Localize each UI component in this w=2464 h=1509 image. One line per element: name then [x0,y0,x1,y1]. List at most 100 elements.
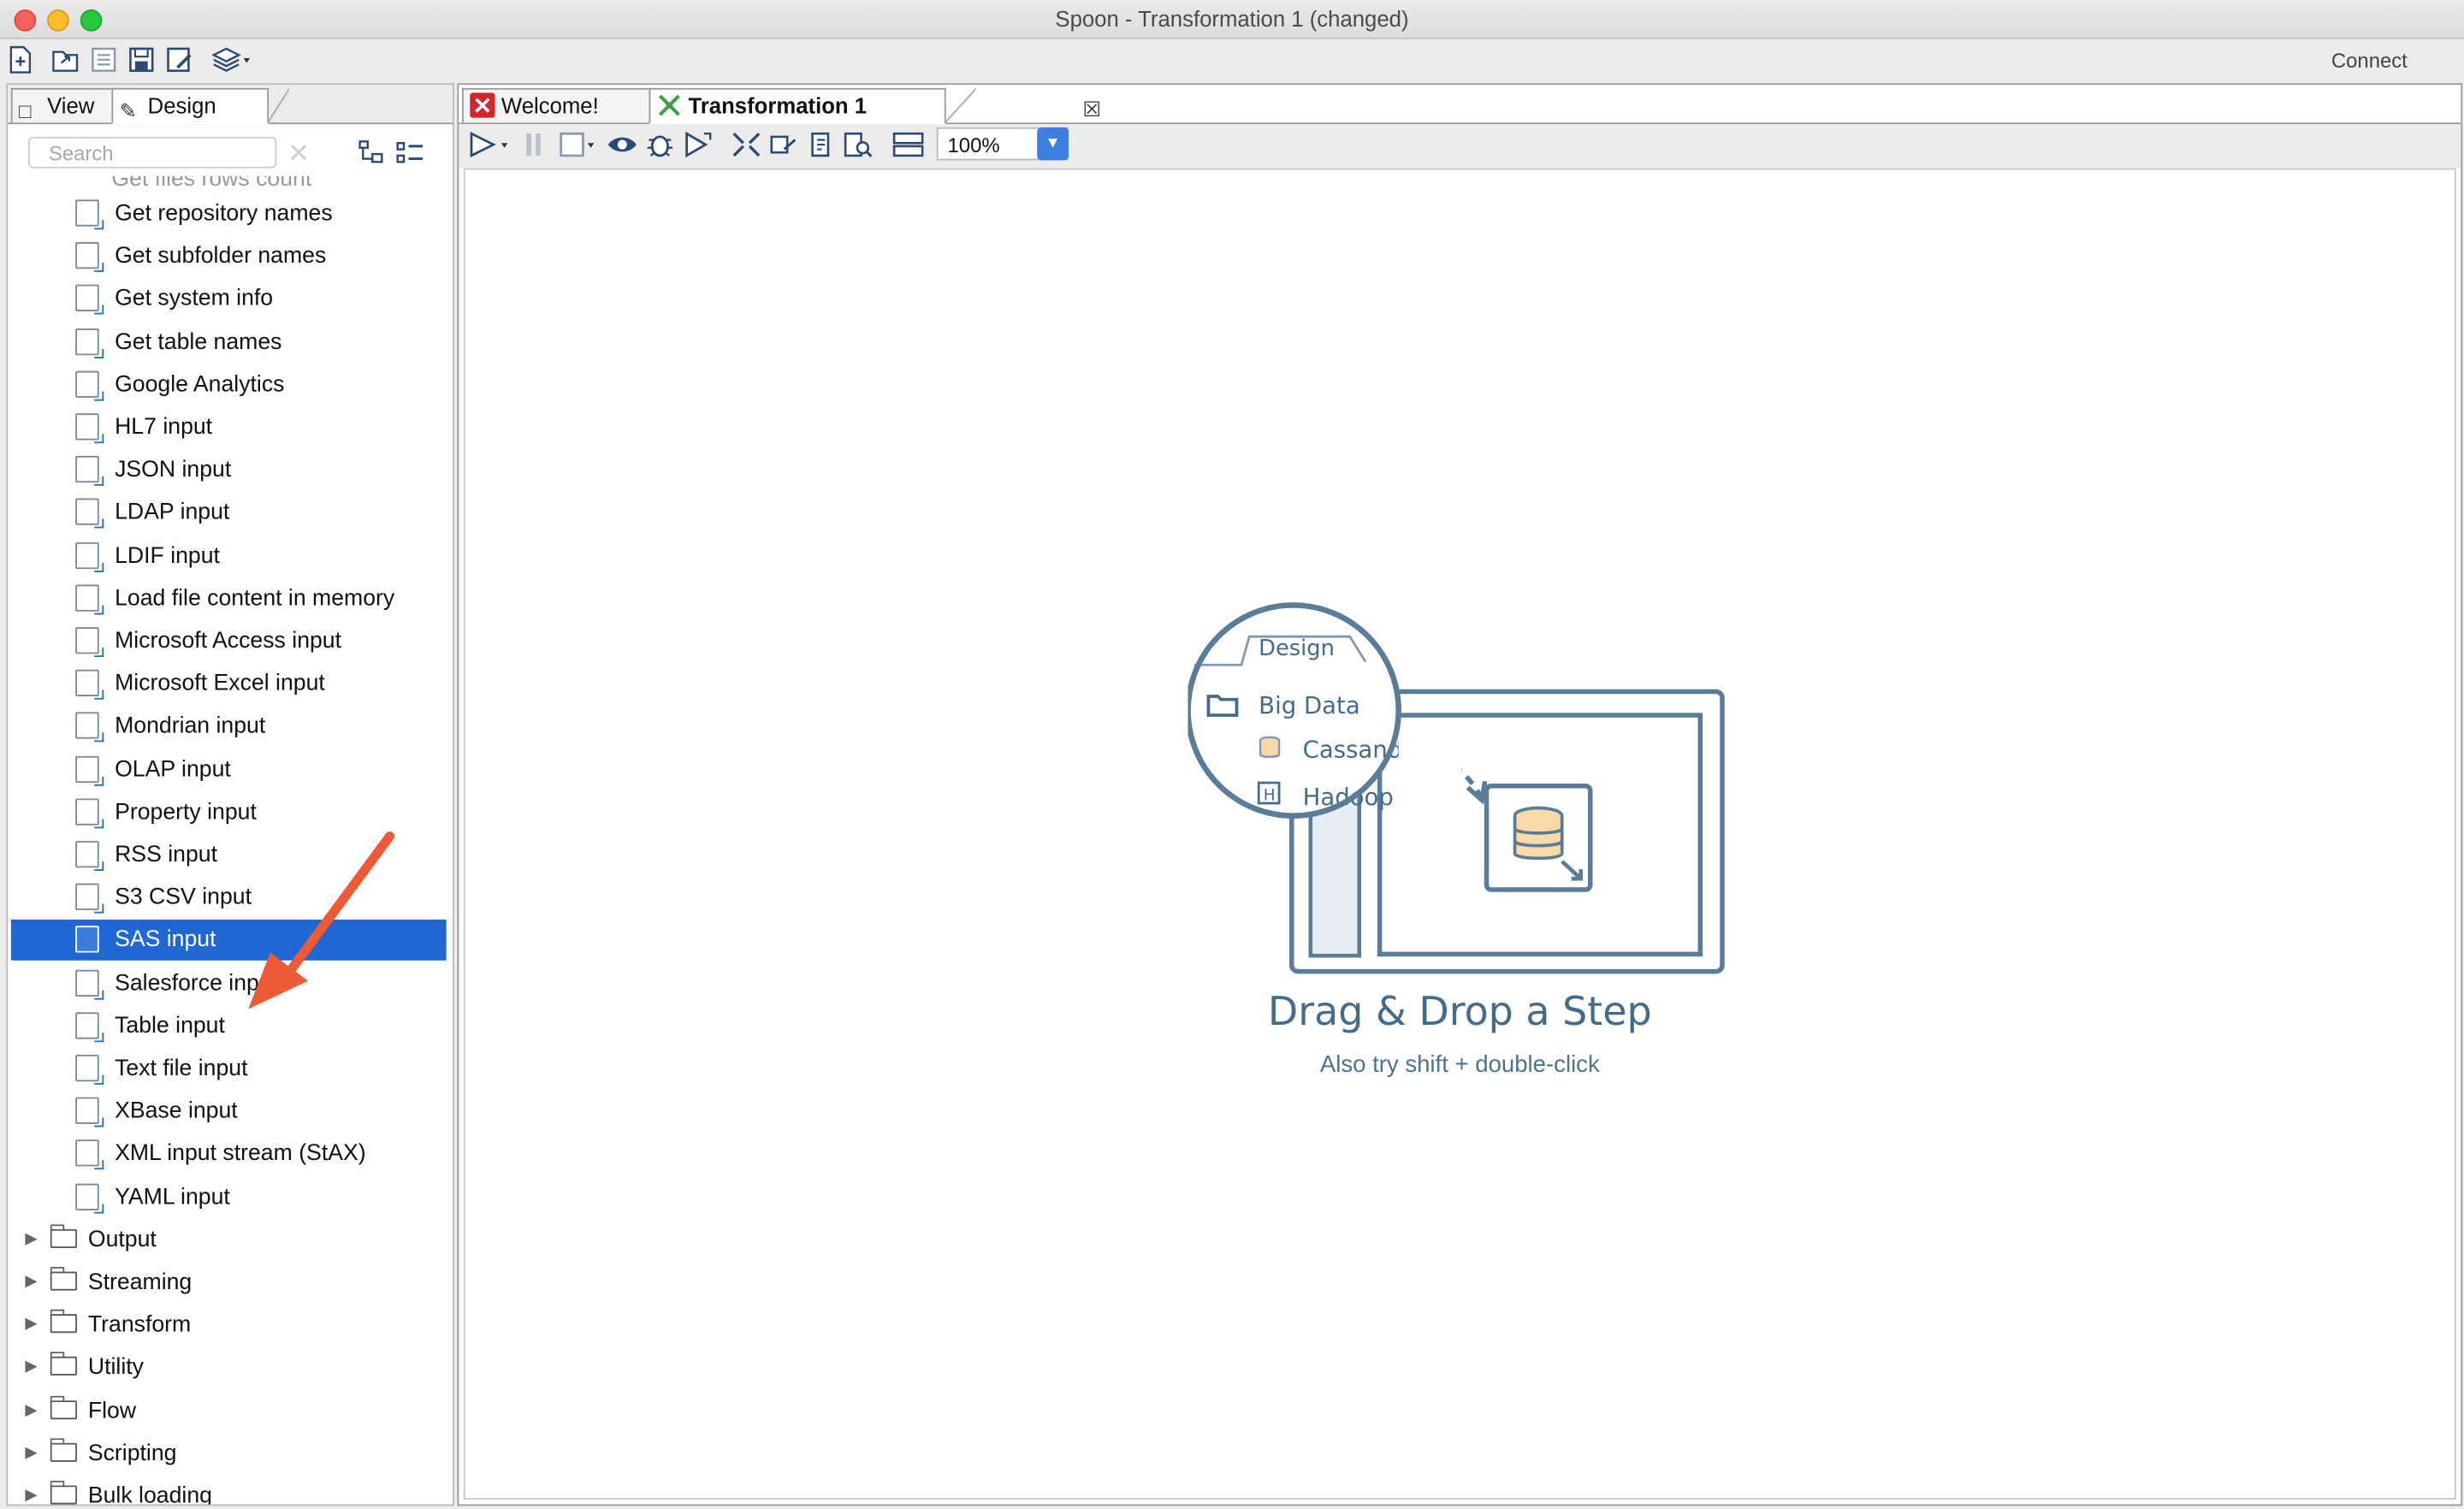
connect-button[interactable]: Connect [2331,49,2408,73]
folder-icon [50,1480,77,1505]
tree-step-item[interactable]: JSON input [11,450,447,491]
expand-arrow-icon[interactable]: ▶ [25,1390,37,1431]
preview-eye-icon[interactable] [607,131,638,159]
tree-folder-item[interactable]: ▶ Output [11,1220,447,1261]
zoom-select[interactable]: 100% ▼ [936,127,1069,161]
new-file-icon[interactable] [6,45,34,74]
tree-step-item[interactable]: XBase input [11,1092,447,1133]
tree-step-label: Get table names [115,329,282,355]
illustration-folder: Big Data [1259,692,1360,719]
pause-icon[interactable] [524,131,546,159]
tree-folder-label: Transform [87,1312,192,1339]
expand-arrow-icon[interactable]: ▶ [25,1220,37,1261]
tab-welcome[interactable]: Welcome! [461,87,654,123]
tree-step-item[interactable]: Property input [11,792,447,833]
verify-icon[interactable] [731,131,762,159]
table-input-icon [75,1011,104,1042]
title-bar: Spoon - Transformation 1 (changed) [0,0,2464,39]
tree-folder-item[interactable]: ▶ Utility [11,1347,447,1388]
tree-step-label: Get system info [115,287,274,312]
tree-step-item[interactable]: Get system info [11,279,447,320]
transformation-icon [658,94,680,116]
expand-arrow-icon[interactable]: ▶ [25,1347,37,1388]
tree-folder-item[interactable]: ▶ Transform [11,1305,447,1346]
tree-folder-label: Flow [87,1398,137,1424]
tree-step-label: Load file content in memory [115,586,395,612]
system-info-icon [75,285,104,316]
open-file-icon[interactable] [52,45,80,74]
tree-step-item[interactable]: Get repository names [11,193,447,234]
excel-icon [75,670,104,701]
transformation-toolbar: 100% ▼ [459,124,2461,169]
pencil-icon: ✎ [119,98,137,123]
tree-step-label: RSS input [115,842,218,868]
stop-icon[interactable] [558,131,601,159]
collapse-tree-icon[interactable] [358,140,383,165]
tab-transformation[interactable]: Transformation 1 ☒ [649,87,1101,125]
tree-step-label: Get repository names [115,201,333,227]
rss-icon [75,841,104,871]
tree-step-label: LDIF input [115,543,220,569]
tree-step-item[interactable]: Text file input [11,1049,447,1090]
tree-folder-item[interactable]: ▶ Streaming [11,1263,447,1304]
tree-item-cut[interactable]: Get files rows count [111,176,311,192]
clear-search-icon[interactable]: ✕ [287,139,310,170]
tree-folder-item[interactable]: ▶ Scripting [11,1433,447,1474]
tree-step-item[interactable]: Load file content in memory [11,578,447,619]
tree-step-item[interactable]: OLAP input [11,749,447,790]
debug-bug-icon[interactable] [644,131,676,159]
tree-step-item[interactable]: Get subfolder names [11,236,447,277]
tree-folder-label: Utility [87,1355,144,1382]
explore-repository-icon[interactable] [90,45,118,74]
google-analytics-icon [75,370,104,401]
tree-step-label: Get subfolder names [115,244,327,269]
tree-step-item[interactable]: Get table names [11,322,447,363]
tree-step-label: JSON input [115,458,232,483]
tree-step-label: Table input [115,1013,225,1039]
editor-tabs: Welcome! Transformation 1 ☒ [459,85,2461,125]
drag-drop-title: Drag & Drop a Step [1267,988,1652,1035]
tree-step-label: LDAP input [115,500,230,526]
tree-step-item[interactable]: LDIF input [11,536,447,577]
show-results-icon[interactable] [892,131,924,159]
expand-arrow-icon[interactable]: ▶ [25,1305,37,1346]
sql-icon[interactable] [806,131,838,159]
tree-folder-item[interactable]: ▶ Flow [11,1390,447,1431]
transformation-canvas[interactable]: Design Big Data Cassandra H Hadoop Drag … [463,168,2456,1500]
impact-icon[interactable] [768,131,800,159]
folder-icon [50,1267,77,1291]
tree-step-item[interactable]: Google Analytics [11,364,447,405]
expand-tree-icon[interactable] [396,140,424,165]
folder-icon [50,1352,77,1376]
expand-arrow-icon[interactable]: ▶ [25,1433,37,1474]
expand-arrow-icon[interactable]: ▶ [25,1263,37,1304]
save-as-icon[interactable] [165,45,193,74]
tab-view-label: View [47,92,95,118]
save-icon[interactable] [127,45,156,74]
salesforce-icon [75,968,104,999]
tree-step-item[interactable]: XML input stream (StAX) [11,1134,447,1175]
tab-design[interactable]: ✎ Design [111,87,289,125]
xbase-icon [75,1097,104,1127]
annotation-arrow-icon [248,831,395,1009]
explore-db-icon[interactable] [842,131,874,159]
replay-icon[interactable] [682,131,714,159]
search-input[interactable]: Search [28,136,277,169]
tree-step-item[interactable]: Microsoft Excel input [11,664,447,705]
tree-step-item[interactable]: LDAP input [11,493,447,534]
run-icon[interactable] [468,131,512,159]
layers-perspective-icon[interactable] [211,45,251,74]
tree-step-label: Mondrian input [115,713,266,740]
tree-step-item[interactable]: HL7 input [11,407,447,448]
pentaho-welcome-icon [470,92,495,118]
json-icon [75,456,104,487]
close-tab-icon[interactable]: ☒ [1082,92,1100,126]
tree-step-item[interactable]: Mondrian input [11,707,447,748]
expand-arrow-icon[interactable]: ▶ [25,1476,37,1504]
chevron-down-icon[interactable]: ▼ [1037,127,1069,161]
tree-step-item[interactable]: Microsoft Access input [11,621,447,662]
tree-step-label: Property input [115,799,257,826]
tree-step-item[interactable]: YAML input [11,1177,447,1218]
tree-folder-item[interactable]: ▶ Bulk loading [11,1476,447,1505]
tree-step-label: Microsoft Access input [115,629,342,654]
